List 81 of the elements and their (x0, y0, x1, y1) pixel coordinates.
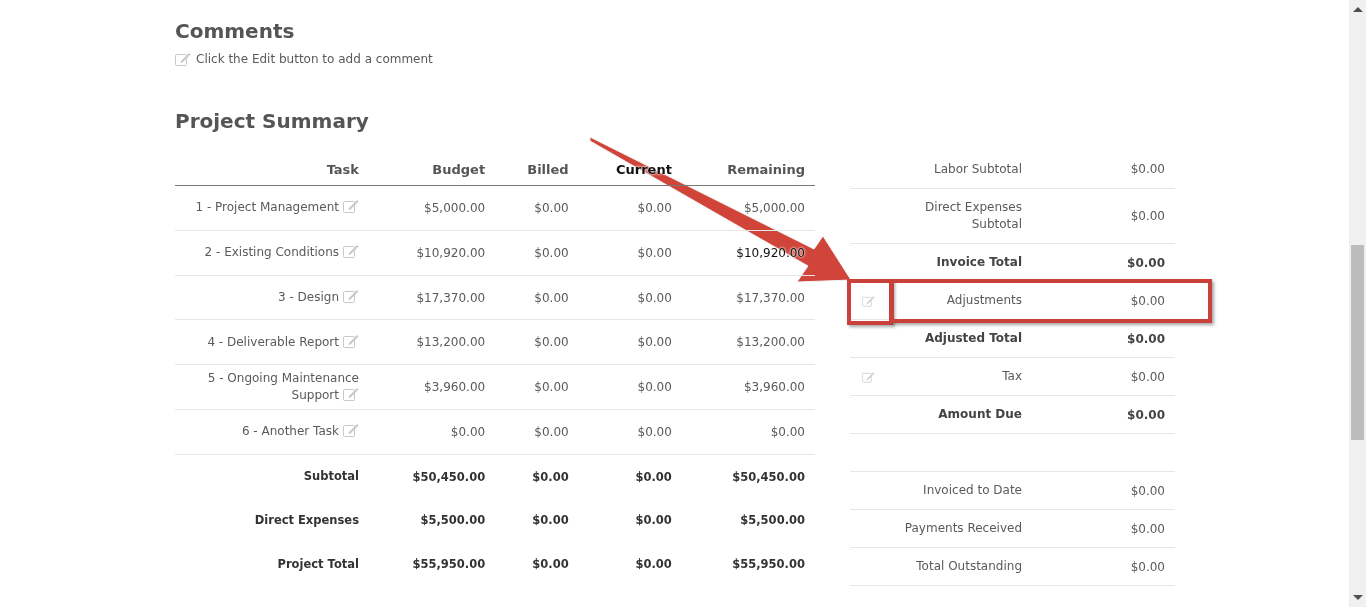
table-cell-text: $0.00 (531, 556, 570, 574)
section-heading: Project Summary (175, 108, 370, 134)
summary-value: $0.00 (1129, 369, 1166, 384)
comment-hint: Click the Edit button to add a comment (196, 52, 433, 66)
table-cell: $0.00 (369, 409, 496, 455)
edit-icon[interactable] (343, 244, 359, 259)
edit-icon[interactable] (343, 423, 359, 438)
scroll-down-icon[interactable] (1353, 595, 1363, 600)
table-cell: $0.00 (495, 275, 579, 320)
summary-label: Adjustments (945, 292, 1022, 309)
summary-label: Invoice Total (935, 254, 1022, 271)
table-cell: $0.00 (578, 409, 682, 455)
table-cell: $0.00 (681, 409, 815, 455)
edit-icon[interactable] (862, 370, 875, 383)
table-cell: 5 - Ongoing Maintenance Support (175, 364, 369, 410)
table-cell: 4 - Deliverable Report (175, 319, 369, 365)
summary-value: $0.00 (1129, 293, 1166, 308)
table-cell: $0.00 (578, 275, 682, 320)
edit-icon[interactable] (343, 333, 359, 348)
table-cell: $50,450.00 (681, 454, 815, 499)
edit-icon[interactable] (343, 387, 359, 402)
table-cell: 2 - Existing Conditions (175, 230, 369, 276)
summary-value: $0.00 (1129, 521, 1166, 536)
table-cell: $0.00 (495, 364, 579, 410)
table-cell-text: $55,950.00 (731, 556, 806, 574)
table-cell: $0.00 (578, 230, 682, 276)
summary-value: $0.00 (1129, 559, 1166, 574)
edit-icon[interactable] (862, 294, 875, 307)
summary-value: $0.00 (1129, 162, 1166, 176)
column-header: Remaining (681, 150, 815, 186)
summary-label: Total Outstanding (915, 558, 1022, 575)
table-cell: $0.00 (495, 454, 579, 499)
table-cell: $50,450.00 (369, 454, 496, 499)
table-cell: $0.00 (495, 319, 579, 365)
table-cell-text: $0.00 (634, 512, 673, 530)
summary-label: Invoiced to Date (922, 482, 1022, 499)
table-cell: $3,960.00 (681, 364, 815, 410)
summary-value: $0.00 (1126, 331, 1166, 346)
table-cell-text: $55,950.00 (411, 556, 487, 574)
column-header: Task (175, 150, 369, 186)
summary-label: Adjusted Total (923, 330, 1022, 347)
table-cell: $0.00 (578, 319, 682, 365)
summary-label: Labor Subtotal (932, 160, 1022, 178)
summary-label: Payments Received (903, 520, 1022, 537)
table-cell: $0.00 (578, 454, 682, 499)
summary-value: $0.00 (1126, 407, 1166, 422)
table-cell: $10,920.00 (369, 230, 496, 276)
column-header: Billed (495, 150, 579, 186)
table-cell-text: $5,500.00 (739, 512, 806, 530)
table-cell-text: Project Total (276, 555, 360, 573)
summary-value: $0.00 (1129, 209, 1166, 223)
table-cell: 1 - Project Management (175, 185, 369, 231)
table-cell-text: $5,500.00 (419, 512, 487, 530)
scrollbar[interactable] (1349, 0, 1366, 607)
edit-icon[interactable] (343, 289, 359, 304)
column-header: Budget (369, 150, 496, 186)
table-cell-text: Direct Expenses (253, 511, 360, 529)
table-cell: $0.00 (495, 230, 579, 276)
section-heading: Comments (175, 18, 296, 44)
edit-icon[interactable] (343, 199, 359, 214)
summary-value: $0.00 (1129, 483, 1166, 498)
table-cell: 3 - Design (175, 275, 369, 320)
table-cell: 6 - Another Task (175, 409, 369, 455)
summary-label: Direct Expenses Subtotal (924, 199, 1022, 233)
table-cell-text: $0.00 (531, 512, 570, 530)
scroll-up-icon[interactable] (1353, 7, 1363, 12)
scroll-thumb[interactable] (1351, 245, 1364, 440)
summary-label: Amount Due (937, 406, 1022, 423)
summary-value: $0.00 (1126, 255, 1166, 270)
table-cell: $13,200.00 (681, 319, 815, 365)
table-cell: $13,200.00 (369, 319, 496, 365)
table-cell: Subtotal (175, 454, 369, 499)
table-cell: $5,000.00 (369, 185, 496, 231)
table-cell: $17,370.00 (369, 275, 496, 320)
edit-icon[interactable] (175, 52, 191, 66)
table-cell: $0.00 (578, 364, 682, 410)
table-cell: $3,960.00 (369, 364, 496, 410)
table-cell: $0.00 (495, 409, 579, 455)
table-cell-text: $0.00 (634, 556, 673, 574)
summary-label: Tax (1001, 368, 1022, 385)
table-cell: $0.00 (495, 185, 579, 231)
